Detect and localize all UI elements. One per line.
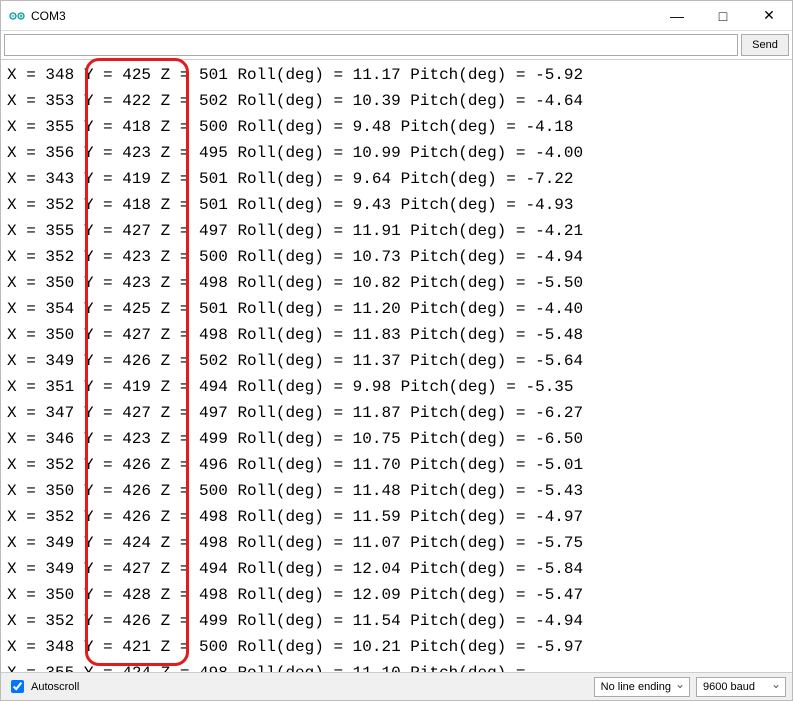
terminal-area: X = 348 Y = 425 Z = 501 Roll(deg) = 11.1… (1, 60, 792, 672)
arduino-icon (9, 8, 25, 24)
close-button[interactable]: ✕ (746, 1, 792, 30)
baud-select[interactable]: 9600 baud (696, 677, 786, 697)
minimize-button[interactable]: — (654, 1, 700, 30)
autoscroll-checkbox[interactable] (11, 680, 24, 693)
titlebar: COM3 — □ ✕ (1, 1, 792, 31)
bottom-bar: Autoscroll No line ending 9600 baud (1, 672, 792, 700)
send-button[interactable]: Send (741, 34, 789, 56)
line-ending-select[interactable]: No line ending (594, 677, 690, 697)
window-title: COM3 (31, 9, 654, 23)
serial-input[interactable] (4, 34, 738, 56)
maximize-button[interactable]: □ (700, 1, 746, 30)
autoscroll-toggle[interactable]: Autoscroll (7, 677, 588, 696)
autoscroll-label: Autoscroll (31, 681, 79, 693)
send-row: Send (1, 31, 792, 60)
serial-output[interactable]: X = 348 Y = 425 Z = 501 Roll(deg) = 11.1… (1, 60, 792, 672)
window-controls: — □ ✕ (654, 1, 792, 30)
serial-monitor-window: COM3 — □ ✕ Send X = 348 Y = 425 Z = 501 … (0, 0, 793, 701)
